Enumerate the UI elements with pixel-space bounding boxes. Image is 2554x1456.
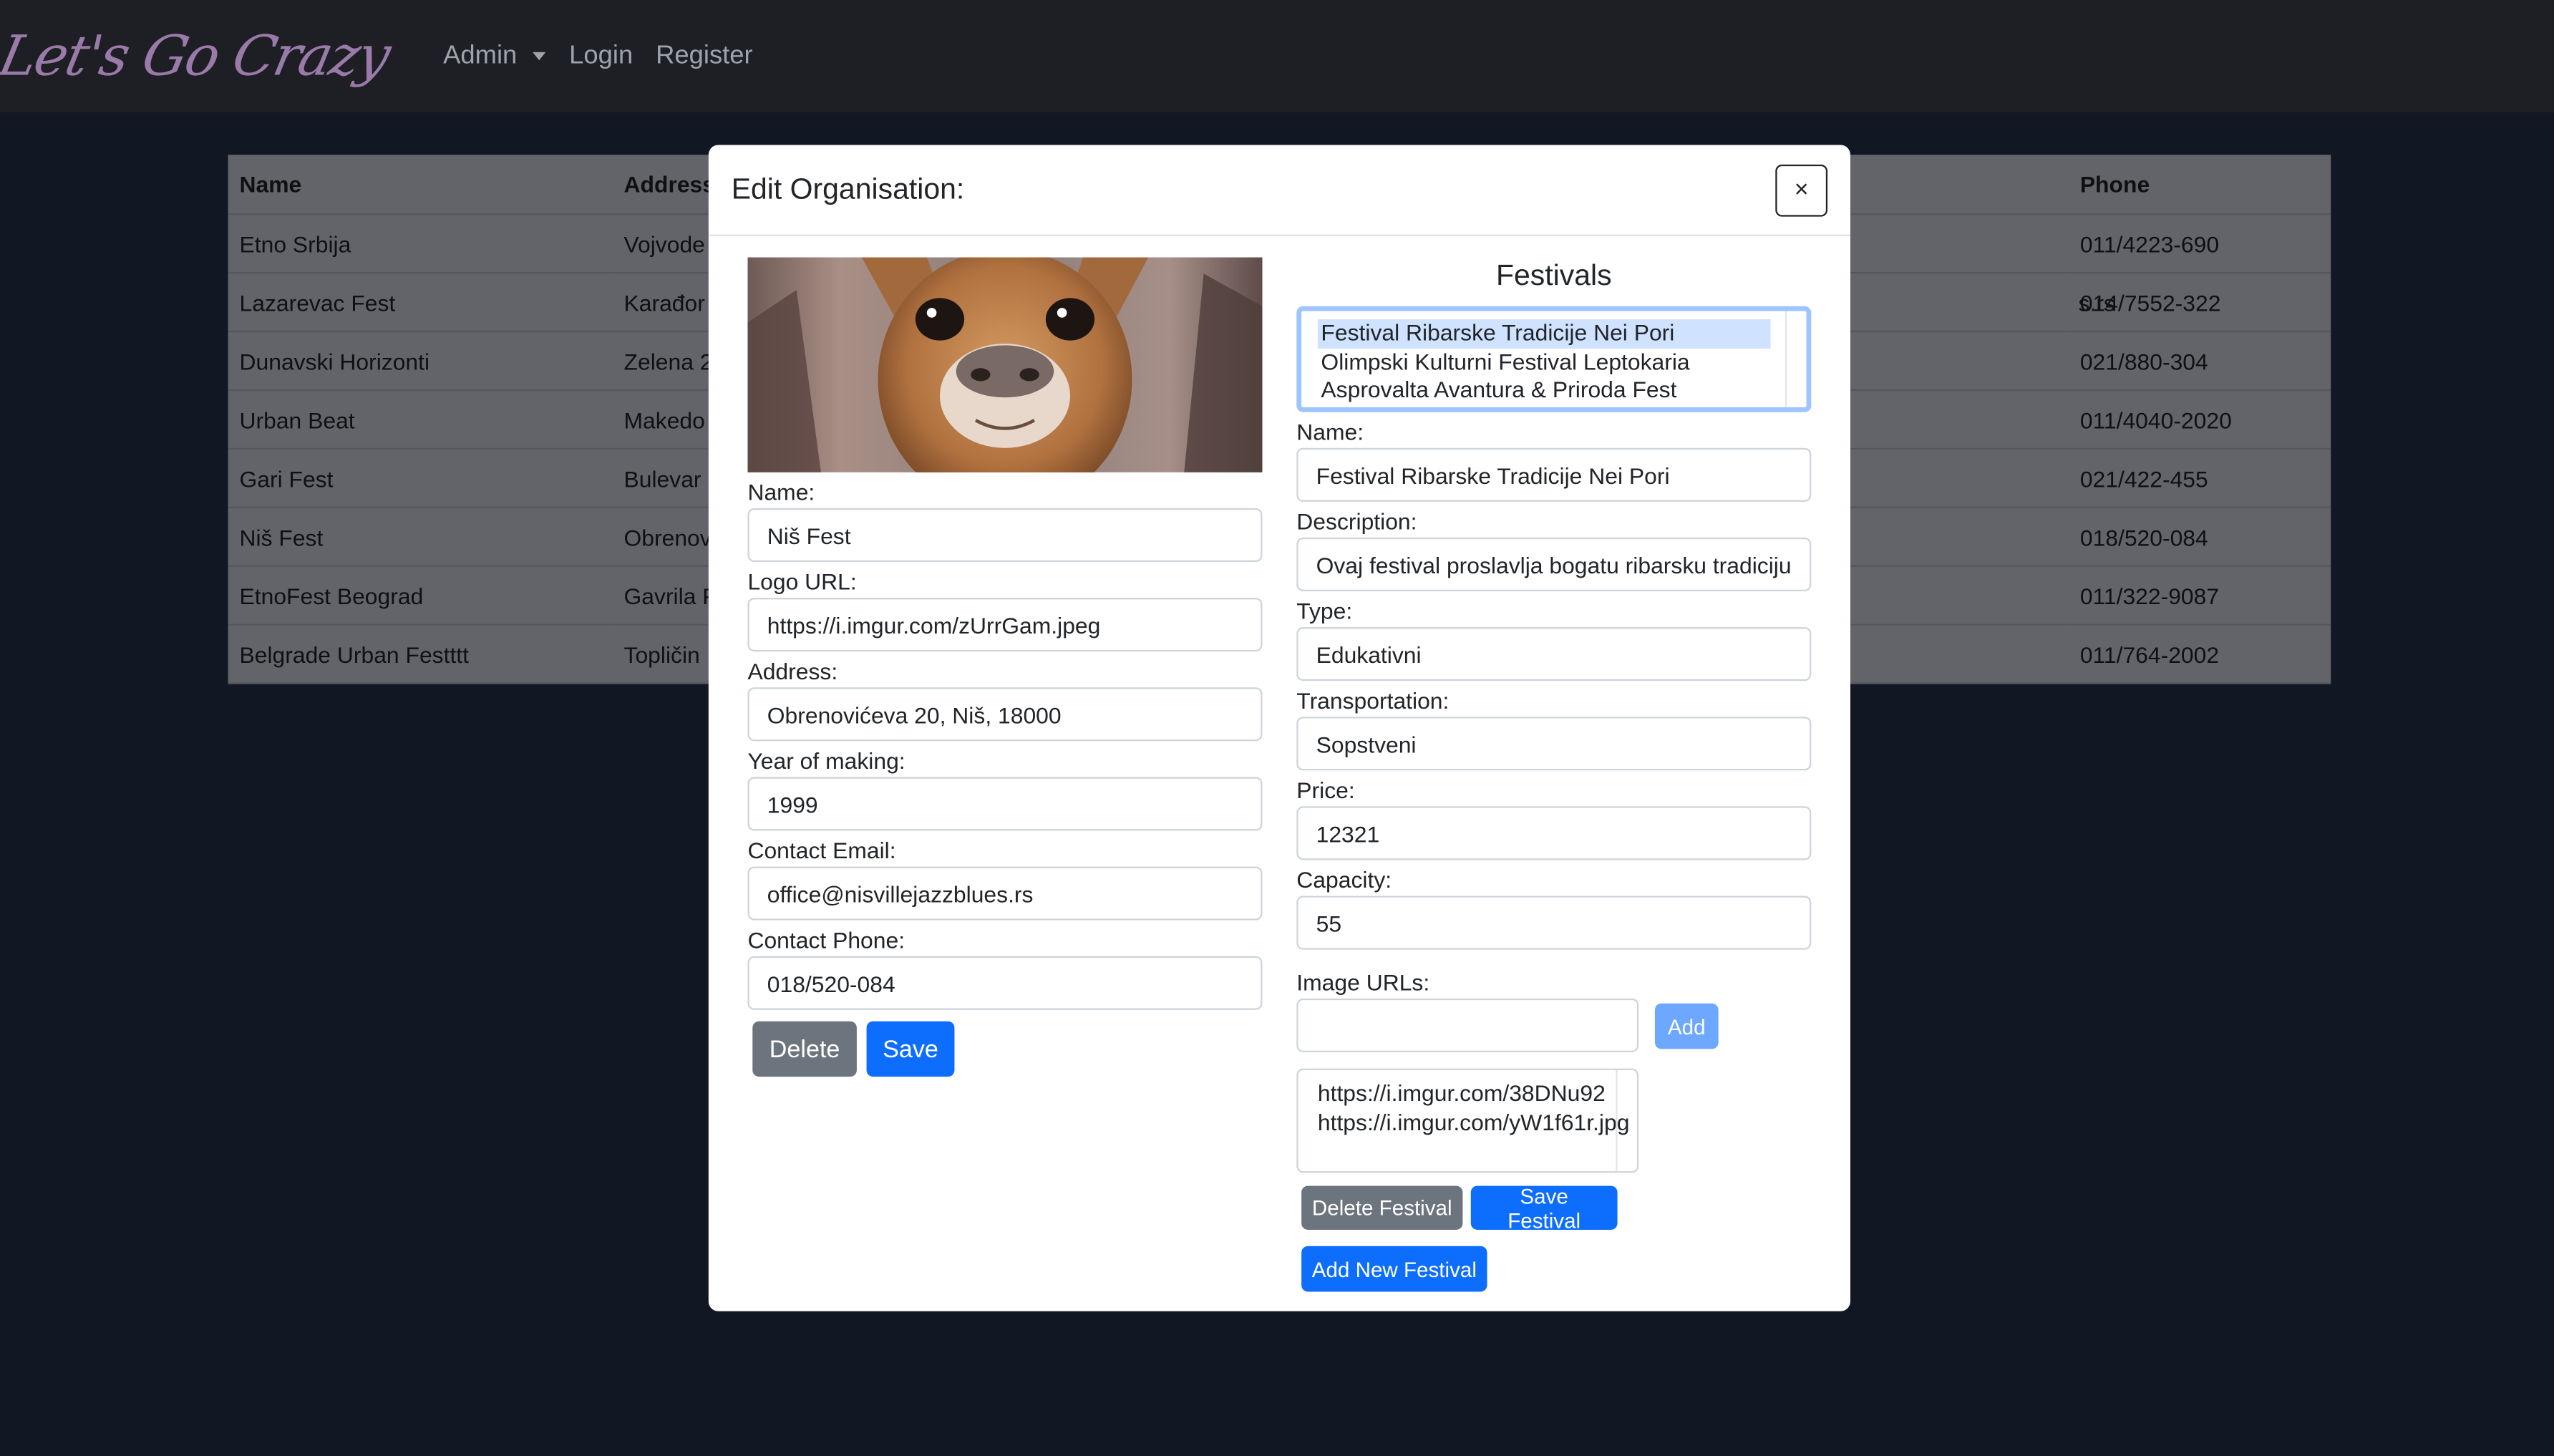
close-button[interactable]: × xyxy=(1775,163,1828,216)
save-button[interactable]: Save xyxy=(866,1021,955,1077)
festival-actions: Delete Festival Save Festival xyxy=(1296,1183,1811,1232)
transportation-label: Transportation: xyxy=(1296,687,1450,714)
logo-url-label: Logo URL: xyxy=(747,568,857,595)
price-input[interactable]: 12321 xyxy=(1296,806,1812,860)
organisation-form: Name: Niš Fest Logo URL: https://i.imgur… xyxy=(747,257,1263,1077)
list-item[interactable]: https://i.imgur.com/38DNu92 xyxy=(1318,1078,1618,1107)
login-link[interactable]: Login xyxy=(569,42,633,71)
festival-option[interactable]: Olimpski Kulturni Festival Leptokaria xyxy=(1318,348,1771,377)
festival-type-label: Type: xyxy=(1296,598,1353,624)
capacity-input[interactable]: 55 xyxy=(1296,896,1812,950)
modal-title: Edit Organisation: xyxy=(731,173,965,205)
contact-email-input[interactable]: office@nisvillejazzblues.rs xyxy=(747,866,1263,921)
url-list-scrollbar[interactable] xyxy=(1616,1070,1618,1172)
delete-button[interactable]: Delete xyxy=(752,1021,857,1077)
transportation-input[interactable]: Sopstveni xyxy=(1296,717,1812,771)
brand-logo[interactable]: Let's Go Crazy xyxy=(0,24,394,89)
org-name-label: Name: xyxy=(747,478,815,505)
navbar: Let's Go Crazy Admin Login Register xyxy=(0,0,2554,113)
admin-label: Admin xyxy=(443,42,518,69)
festival-name-input[interactable]: Festival Ribarske Tradicije Nei Pori xyxy=(1296,447,1812,502)
organisation-logo-image xyxy=(747,257,1263,472)
add-new-festival-button[interactable]: Add New Festival xyxy=(1301,1246,1487,1292)
festival-description-label: Description: xyxy=(1296,508,1417,535)
list-item[interactable]: https://i.imgur.com/yW1f61r.jpg xyxy=(1318,1107,1630,1137)
org-name-input[interactable]: Niš Fest xyxy=(747,508,1263,563)
admin-dropdown[interactable]: Admin xyxy=(443,42,547,71)
address-input[interactable]: Obrenovićeva 20, Niš, 18000 xyxy=(747,687,1263,742)
modal-header: Edit Organisation: × xyxy=(708,145,1850,236)
festivals-heading: Festivals xyxy=(1496,258,1612,292)
caret-down-icon xyxy=(533,52,547,61)
listbox-scrollbar[interactable] xyxy=(1785,311,1787,407)
festivals-listbox[interactable]: Festival Ribarske Tradicije Nei Pori Oli… xyxy=(1296,306,1812,412)
add-festival-row: Add New Festival xyxy=(1296,1246,1811,1292)
festival-option[interactable]: Festival Ribarske Tradicije Nei Pori xyxy=(1317,319,1771,348)
logo-url-input[interactable]: https://i.imgur.com/zUrrGam.jpeg xyxy=(747,598,1263,652)
address-label: Address: xyxy=(747,658,838,684)
contact-phone-input[interactable]: 018/520-084 xyxy=(747,956,1263,1010)
contact-email-label: Contact Email: xyxy=(747,837,896,864)
edit-organisation-modal: Edit Organisation: × Name: Niš Fest Logo… xyxy=(708,145,1850,1311)
register-link[interactable]: Register xyxy=(656,42,753,71)
capacity-label: Capacity: xyxy=(1296,866,1392,893)
image-url-input[interactable] xyxy=(1296,998,1639,1052)
org-actions: Delete Save xyxy=(747,1021,1262,1077)
festival-option[interactable]: Asprovalta Avantura & Priroda Fest xyxy=(1318,377,1771,405)
festival-type-input[interactable]: Edukativni xyxy=(1296,627,1812,681)
image-urls-list[interactable]: https://i.imgur.com/38DNu92 https://i.im… xyxy=(1296,1068,1639,1173)
image-urls-label: Image URLs: xyxy=(1296,969,1430,996)
save-festival-button[interactable]: Save Festival xyxy=(1470,1183,1618,1232)
year-input[interactable]: 1999 xyxy=(747,777,1263,831)
festival-name-label: Name: xyxy=(1296,418,1364,445)
add-image-url-button[interactable]: Add xyxy=(1654,1003,1719,1049)
festivals-form: Festivals Festival Ribarske Tradicije Ne… xyxy=(1296,258,1812,1292)
close-icon: × xyxy=(1794,175,1809,204)
price-label: Price: xyxy=(1296,777,1355,803)
year-label: Year of making: xyxy=(747,747,905,774)
festival-description-input[interactable]: Ovaj festival proslavlja bogatu ribarsku… xyxy=(1296,537,1812,592)
image-url-row: Add xyxy=(1296,998,1811,1054)
contact-phone-label: Contact Phone: xyxy=(747,926,905,953)
delete-festival-button[interactable]: Delete Festival xyxy=(1301,1185,1463,1231)
